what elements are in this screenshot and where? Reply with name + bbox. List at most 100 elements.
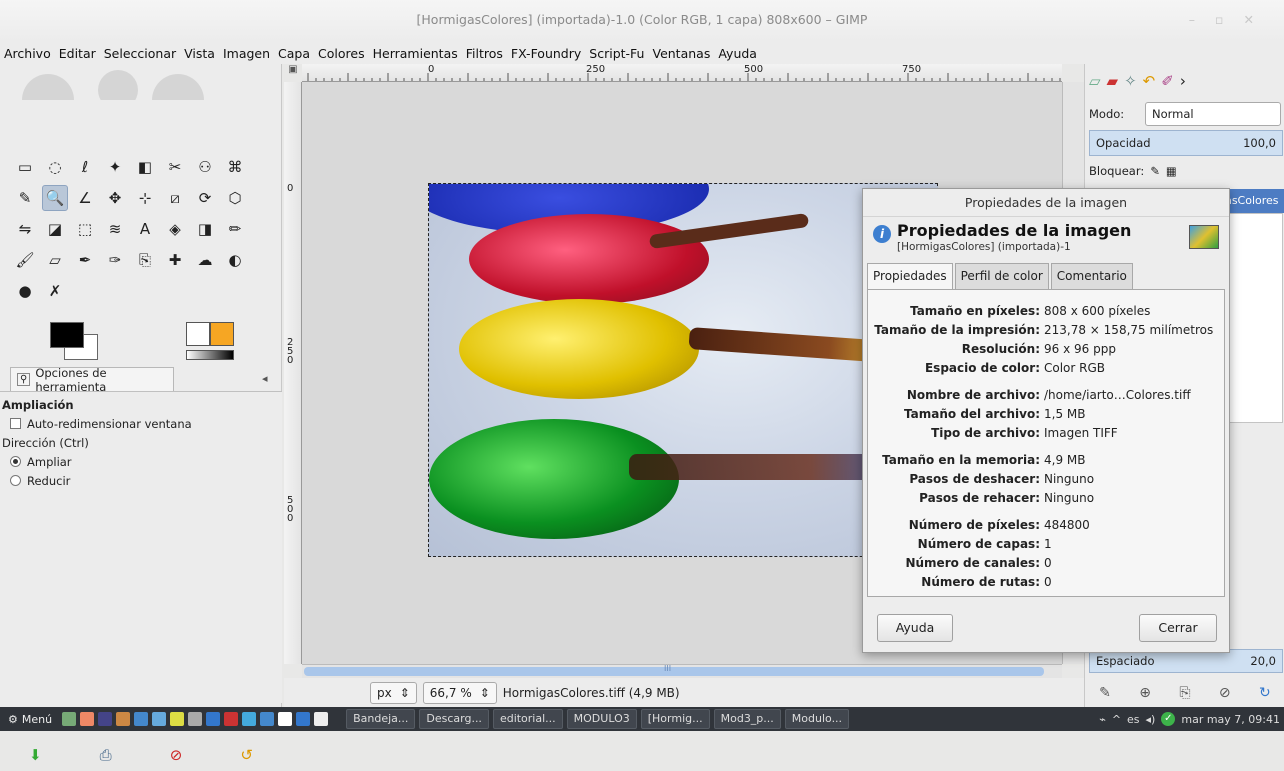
text-icon[interactable]: A <box>132 216 158 242</box>
menu-12[interactable]: Ayuda <box>718 46 757 61</box>
launcher-icon[interactable] <box>260 712 275 726</box>
rect-select-icon[interactable]: ▭ <box>12 154 38 180</box>
tab-comment[interactable]: Comentario <box>1050 263 1133 289</box>
airbrush-icon[interactable]: ✒ <box>72 247 98 273</box>
channels-tab-icon[interactable]: ▰ <box>1107 72 1119 90</box>
launcher-icon[interactable] <box>188 712 203 726</box>
launcher-icon[interactable] <box>80 712 95 726</box>
zoom-icon[interactable]: 🔍 <box>42 185 68 211</box>
pen-icon[interactable]: ✗ <box>42 278 68 304</box>
color-select-icon[interactable]: ◧ <box>132 154 158 180</box>
menu-0[interactable]: Archivo <box>4 46 51 61</box>
network-icon[interactable]: ⌁ <box>1099 713 1106 726</box>
warp-icon[interactable]: ≋ <box>102 216 128 242</box>
menu-6[interactable]: Colores <box>318 46 365 61</box>
launcher-icon[interactable] <box>170 712 185 726</box>
unified-transform-icon[interactable]: ⬚ <box>72 216 98 242</box>
ellipse-select-icon[interactable]: ◌ <box>42 154 68 180</box>
tab-tool-options[interactable]: ⚲ Opciones de herramienta <box>10 366 174 394</box>
unit-select[interactable]: px ⇕ <box>370 681 417 704</box>
blend-icon[interactable]: ◨ <box>192 216 218 242</box>
menu-8[interactable]: Filtros <box>466 46 503 61</box>
scissors-icon[interactable]: ✂ <box>162 154 188 180</box>
dodge-icon[interactable]: ◐ <box>222 247 248 273</box>
launcher-icon[interactable] <box>314 712 329 726</box>
launcher-icon[interactable] <box>134 712 149 726</box>
smudge-icon[interactable]: ☁ <box>192 247 218 273</box>
lock-alpha-icon[interactable]: ▦ <box>1166 164 1177 178</box>
foreground-select-icon[interactable]: ⚇ <box>192 154 218 180</box>
task-button[interactable]: Modulo... <box>784 709 850 729</box>
tab-properties[interactable]: Propiedades <box>867 263 953 289</box>
scroll-thumb[interactable]: III <box>304 664 1044 676</box>
launcher-icon[interactable] <box>242 712 257 726</box>
task-button[interactable]: editorial... <box>492 709 563 729</box>
pencil-icon[interactable]: ✏ <box>222 216 248 242</box>
quick-mask-icon[interactable]: ▣ <box>284 64 302 82</box>
menu-10[interactable]: Script-Fu <box>589 46 644 61</box>
task-button[interactable]: Mod3_p... <box>713 709 781 729</box>
lock-pixels-icon[interactable]: ✎ <box>1150 164 1160 178</box>
task-button[interactable]: [Hormig... <box>640 709 710 729</box>
reset-options-icon[interactable]: ↺ <box>240 746 253 764</box>
launcher-icon[interactable] <box>278 712 293 726</box>
restore-options-icon[interactable]: ⎙ <box>100 746 112 764</box>
zoom-out-radio[interactable]: Reducir <box>10 471 272 490</box>
menu-3[interactable]: Vista <box>184 46 215 61</box>
launcher-icon[interactable] <box>224 712 239 726</box>
heal-icon[interactable]: ✚ <box>162 247 188 273</box>
task-button[interactable]: Descarg... <box>419 709 489 729</box>
transform-icon[interactable]: ⟳ <box>192 185 218 211</box>
paintbrush-icon[interactable]: 🖌 <box>12 247 38 273</box>
launcher-icon[interactable] <box>62 712 77 726</box>
zoom-in-radio[interactable]: Ampliar <box>10 452 272 471</box>
auto-resize-checkbox[interactable]: Auto-redimensionar ventana <box>10 414 272 433</box>
measure-icon[interactable]: ∠ <box>72 185 98 211</box>
crop-icon[interactable]: ⧄ <box>162 185 188 211</box>
align-icon[interactable]: ⊹ <box>132 185 158 211</box>
paths-icon[interactable]: ⌘ <box>222 154 248 180</box>
layers-tab-icon[interactable]: ▱ <box>1089 72 1101 90</box>
tab-color-profile[interactable]: Perfil de color <box>954 263 1049 289</box>
launcher-icon[interactable] <box>98 712 113 726</box>
menu-11[interactable]: Ventanas <box>652 46 710 61</box>
keyboard-layout[interactable]: es <box>1127 713 1140 726</box>
eraser-icon[interactable]: ▱ <box>42 247 68 273</box>
volume-icon[interactable]: ◂) <box>1146 713 1156 726</box>
mode-select[interactable]: Normal <box>1145 102 1281 126</box>
menu-7[interactable]: Herramientas <box>373 46 458 61</box>
task-button[interactable]: Bandeja... <box>346 709 416 729</box>
launcher-icon[interactable] <box>206 712 221 726</box>
brush-pattern-gradient[interactable] <box>186 322 236 362</box>
delete-brush-icon[interactable]: ⊘ <box>1219 685 1231 701</box>
save-options-icon[interactable]: ⬇ <box>29 746 42 764</box>
start-menu-button[interactable]: ⚙ Menú <box>0 713 60 726</box>
ink-icon[interactable]: ✑ <box>102 247 128 273</box>
bucket-fill-icon[interactable]: ◈ <box>162 216 188 242</box>
help-button[interactable]: Ayuda <box>877 614 953 642</box>
window-controls[interactable]: –▫✕ <box>1189 0 1274 40</box>
new-brush-icon[interactable]: ⊕ <box>1139 685 1151 701</box>
duplicate-brush-icon[interactable]: ⎘ <box>1179 685 1190 701</box>
menu-5[interactable]: Capa <box>278 46 310 61</box>
menu-4[interactable]: Imagen <box>223 46 270 61</box>
clone-icon[interactable]: ⎘ <box>132 247 158 273</box>
vertical-ruler[interactable]: 0 250 500 <box>284 82 302 664</box>
opacity-slider[interactable]: Opacidad 100,0 <box>1089 130 1283 156</box>
horizontal-scrollbar[interactable]: III <box>302 664 1062 678</box>
fuzzy-select-icon[interactable]: ✦ <box>102 154 128 180</box>
chevron-right-icon[interactable]: › <box>1180 72 1186 90</box>
blur-icon[interactable]: ● <box>12 278 38 304</box>
color-picker-icon[interactable]: ✎ <box>12 185 38 211</box>
brush-tab-icon[interactable]: ✐ <box>1161 72 1174 90</box>
delete-options-icon[interactable]: ⊘ <box>170 746 183 764</box>
fg-bg-colors[interactable] <box>50 322 100 362</box>
clock[interactable]: mar may 7, 09:41 <box>1181 713 1280 726</box>
task-button[interactable]: MODULO3 <box>566 709 637 729</box>
move-icon[interactable]: ✥ <box>102 185 128 211</box>
undo-tab-icon[interactable]: ↶ <box>1143 72 1156 90</box>
perspective-icon[interactable]: ◪ <box>42 216 68 242</box>
flip-icon[interactable]: ⇋ <box>12 216 38 242</box>
launcher-icon[interactable] <box>116 712 131 726</box>
close-button[interactable]: Cerrar <box>1139 614 1217 642</box>
